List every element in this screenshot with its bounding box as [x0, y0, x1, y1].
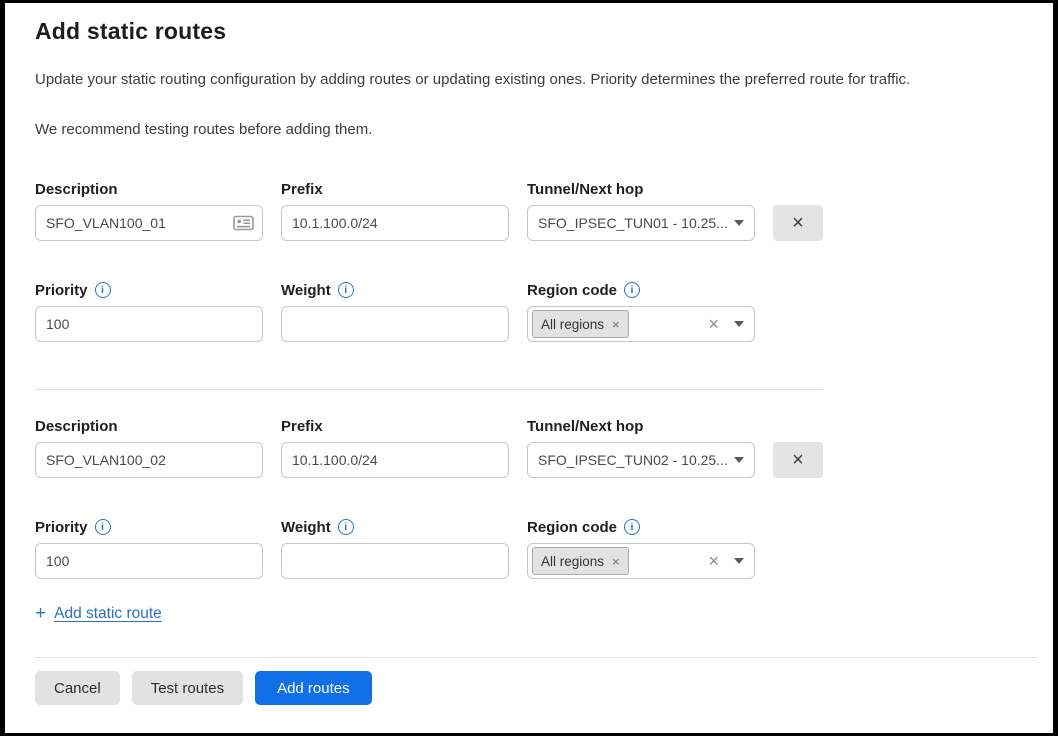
route-1-description-field: Description [35, 180, 263, 241]
dialog-footer: Cancel Test routes Add routes [5, 657, 1053, 733]
tunnel-next-hop-label: Tunnel/Next hop [527, 181, 643, 198]
weight-label: Weight [281, 282, 331, 299]
dialog-content: Add static routes Update your static rou… [5, 17, 1053, 624]
region-code-label: Region code [527, 519, 617, 536]
plus-icon: + [35, 604, 46, 623]
weight-label: Weight [281, 519, 331, 536]
region-code-select[interactable]: All regions × × [527, 306, 755, 342]
test-routes-button[interactable]: Test routes [132, 671, 243, 705]
add-static-route-link[interactable]: + Add static route [35, 604, 162, 623]
chevron-down-icon [734, 558, 744, 564]
tunnel-select[interactable]: SFO_IPSEC_TUN01 - 10.25... [527, 205, 755, 241]
tunnel-select[interactable]: SFO_IPSEC_TUN02 - 10.25... [527, 442, 755, 478]
prefix-label: Prefix [281, 418, 323, 435]
route-2-prefix-field: Prefix [281, 417, 509, 478]
intro-text-1: Update your static routing configuration… [35, 71, 1023, 88]
route-1-tunnel-field: Tunnel/Next hop SFO_IPSEC_TUN01 - 10.25.… [527, 180, 755, 241]
route-1-secondary-row: Priority i Weight i Region code i [35, 281, 1023, 342]
region-code-select[interactable]: All regions × × [527, 543, 755, 579]
intro-text-2: We recommend testing routes before addin… [35, 121, 1023, 138]
route-1-weight-field: Weight i [281, 281, 509, 342]
weight-input[interactable] [281, 543, 509, 579]
description-label: Description [35, 418, 118, 435]
priority-label: Priority [35, 519, 88, 536]
footer-divider [35, 657, 1037, 658]
route-1-main-row: Description Prefix [35, 180, 1023, 241]
cancel-button[interactable]: Cancel [35, 671, 120, 705]
prefix-input[interactable] [281, 442, 509, 478]
route-2-region-field: Region code i All regions × × [527, 518, 755, 579]
info-icon[interactable]: i [338, 282, 354, 298]
region-chip: All regions × [532, 310, 629, 338]
route-1-prefix-field: Prefix [281, 180, 509, 241]
region-code-label: Region code [527, 282, 617, 299]
chevron-down-icon [734, 321, 744, 327]
remove-route-button[interactable]: × [773, 205, 823, 241]
tunnel-next-hop-label: Tunnel/Next hop [527, 418, 643, 435]
chip-remove-icon[interactable]: × [612, 555, 620, 568]
route-2-secondary-row: Priority i Weight i Region code i [35, 518, 1023, 579]
chip-remove-icon[interactable]: × [612, 318, 620, 331]
priority-input[interactable] [35, 543, 263, 579]
add-routes-button[interactable]: Add routes [255, 671, 372, 705]
region-chip: All regions × [532, 547, 629, 575]
route-block-2: Description Prefix Tunnel/Next hop SFO_I [35, 417, 1023, 579]
tunnel-select-value: SFO_IPSEC_TUN01 - 10.25... [538, 215, 734, 231]
chevron-down-icon [734, 457, 744, 463]
remove-route-button[interactable]: × [773, 442, 823, 478]
description-input[interactable] [35, 442, 263, 478]
prefix-label: Prefix [281, 181, 323, 198]
route-2-main-row: Description Prefix Tunnel/Next hop SFO_I [35, 417, 1023, 478]
region-chip-label: All regions [541, 317, 604, 332]
route-1-region-field: Region code i All regions × × [527, 281, 755, 342]
description-label: Description [35, 181, 118, 198]
route-1-priority-field: Priority i [35, 281, 263, 342]
description-input[interactable] [35, 205, 263, 241]
prefix-input[interactable] [281, 205, 509, 241]
add-static-route-link-label[interactable]: Add static route [54, 605, 162, 623]
chevron-down-icon [734, 220, 744, 226]
region-chip-label: All regions [541, 554, 604, 569]
route-block-1: Description Prefix [35, 180, 1023, 342]
tunnel-select-value: SFO_IPSEC_TUN02 - 10.25... [538, 452, 734, 468]
clear-selection-icon[interactable]: × [708, 315, 719, 333]
clear-selection-icon[interactable]: × [708, 552, 719, 570]
route-2-priority-field: Priority i [35, 518, 263, 579]
route-2-tunnel-field: Tunnel/Next hop SFO_IPSEC_TUN02 - 10.25.… [527, 417, 755, 478]
info-icon[interactable]: i [95, 519, 111, 535]
page-title: Add static routes [35, 17, 1023, 45]
priority-label: Priority [35, 282, 88, 299]
weight-input[interactable] [281, 306, 509, 342]
info-icon[interactable]: i [624, 519, 640, 535]
info-icon[interactable]: i [95, 282, 111, 298]
info-icon[interactable]: i [624, 282, 640, 298]
info-icon[interactable]: i [338, 519, 354, 535]
route-divider [35, 389, 823, 390]
contact-card-icon[interactable] [233, 215, 254, 231]
route-2-weight-field: Weight i [281, 518, 509, 579]
priority-input[interactable] [35, 306, 263, 342]
route-2-description-field: Description [35, 417, 263, 478]
add-static-routes-dialog: Add static routes Update your static rou… [0, 0, 1058, 736]
